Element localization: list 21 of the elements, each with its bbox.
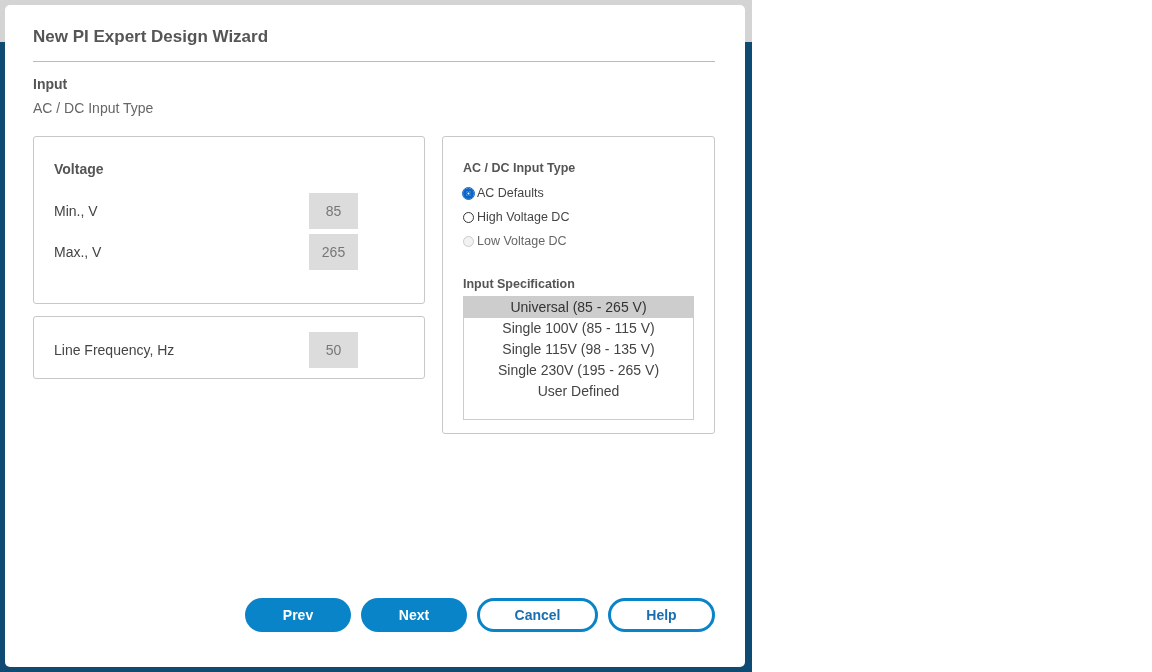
group-title: Input Specification bbox=[463, 277, 576, 291]
radio-option[interactable]: AC Defaults bbox=[463, 181, 694, 205]
section-subtitle: AC / DC Input Type bbox=[33, 100, 155, 118]
field-label: Line Frequency, Hz bbox=[54, 342, 175, 358]
dialog-title: New PI Expert Design Wizard bbox=[33, 27, 270, 48]
dialog-button[interactable]: Help bbox=[608, 598, 715, 632]
field-label: Max., V bbox=[54, 244, 102, 260]
section-title: Input bbox=[33, 76, 69, 94]
list-option[interactable]: Universal (85 - 265 V) bbox=[464, 297, 693, 318]
group-title: AC / DC Input Type bbox=[463, 161, 577, 175]
dialog-button[interactable]: Next bbox=[361, 598, 467, 632]
list-option[interactable]: Single 115V (98 - 135 V) bbox=[464, 339, 693, 360]
dialog-button[interactable]: Prev bbox=[245, 598, 351, 632]
list-option[interactable]: Single 230V (195 - 265 V) bbox=[464, 360, 693, 381]
dialog-button[interactable]: Cancel bbox=[477, 598, 598, 632]
card-title: Voltage bbox=[54, 161, 105, 177]
radio-option: Low Voltage DC bbox=[463, 229, 694, 253]
list-option[interactable]: Single 100V (85 - 115 V) bbox=[464, 318, 693, 339]
field-label: Min., V bbox=[54, 203, 98, 219]
list-option[interactable]: User Defined bbox=[464, 381, 693, 402]
radio-option[interactable]: High Voltage DC bbox=[463, 205, 694, 229]
